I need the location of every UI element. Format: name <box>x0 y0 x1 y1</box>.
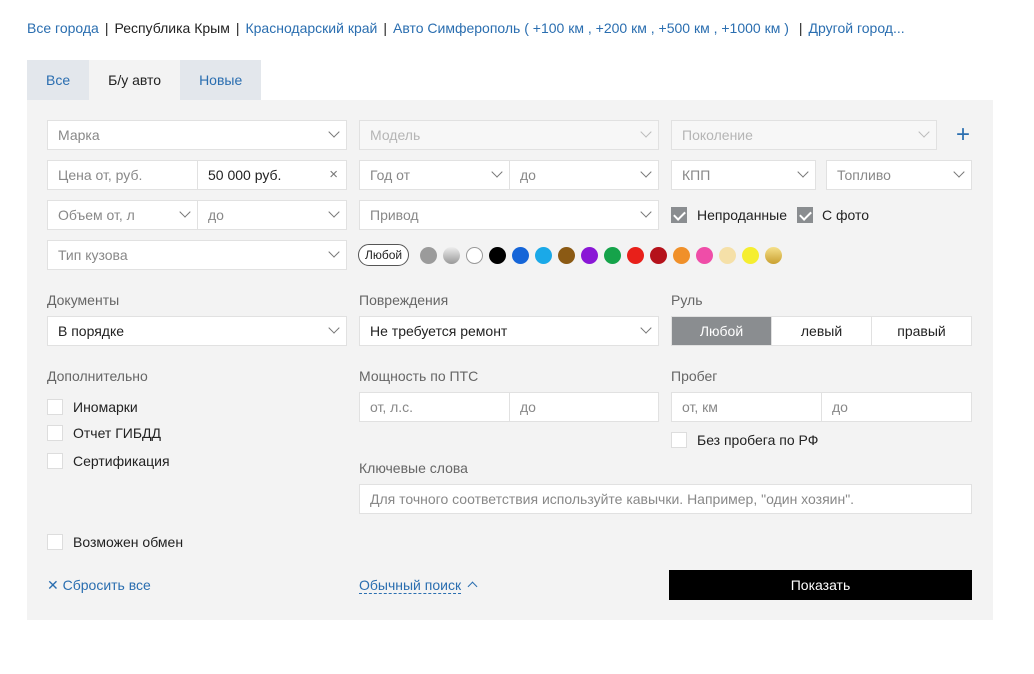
volume-to-select[interactable]: до <box>197 200 347 230</box>
chevron-down-icon <box>640 322 652 334</box>
price-to-input[interactable]: 50 000 руб. × <box>197 160 347 190</box>
color-swatch[interactable] <box>742 247 759 264</box>
paren-close: ) <box>784 20 789 36</box>
model-select[interactable]: Модель <box>359 120 659 150</box>
tab-new[interactable]: Новые <box>180 60 262 100</box>
power-to-input[interactable]: до <box>509 392 659 422</box>
damage-select[interactable]: Не требуется ремонт <box>359 316 659 346</box>
with-photo-checkbox[interactable] <box>797 207 813 223</box>
documents-select[interactable]: В порядке <box>47 316 347 346</box>
color-swatch[interactable] <box>719 247 736 264</box>
filter-panel: Марка Модель Поколение + Цена от, руб. 5… <box>27 100 993 620</box>
mileage-from-input[interactable]: от, км <box>671 392 822 422</box>
color-swatch[interactable] <box>558 247 575 264</box>
extra-label: Дополнительно <box>47 368 148 384</box>
chevron-down-icon <box>328 206 340 218</box>
simple-search-link[interactable]: Обычный поиск <box>359 577 462 594</box>
show-button[interactable]: Показать <box>669 570 972 600</box>
year-from-select[interactable]: Год от <box>359 160 510 190</box>
chevron-down-icon <box>491 166 503 178</box>
certification-checkbox[interactable] <box>47 453 63 469</box>
exchange-label: Возможен обмен <box>73 534 184 550</box>
mileage-label: Пробег <box>671 368 718 384</box>
color-swatch[interactable] <box>512 247 529 264</box>
gibdd-report-label: Отчет ГИБДД <box>73 425 162 441</box>
radius-1000[interactable]: +1000 км <box>721 20 780 36</box>
chevron-down-icon <box>640 166 652 178</box>
color-swatch[interactable] <box>443 247 460 264</box>
color-swatch[interactable] <box>420 247 437 264</box>
damage-label: Повреждения <box>359 292 449 308</box>
chevron-down-icon <box>797 166 809 178</box>
radius-200[interactable]: +200 км <box>596 20 647 36</box>
tab-all[interactable]: Все <box>27 60 90 100</box>
certification-label: Сертификация <box>73 453 170 469</box>
unsold-label: Непроданные <box>697 207 788 223</box>
radius-100[interactable]: +100 км <box>533 20 584 36</box>
wheel-label: Руль <box>671 292 703 308</box>
wheel-segmented: Любой левый правый <box>671 316 972 346</box>
volume-from-select[interactable]: Объем от, л <box>47 200 198 230</box>
chevron-down-icon <box>328 126 340 138</box>
body-type-select[interactable]: Тип кузова <box>47 240 347 270</box>
clear-icon[interactable]: × <box>329 161 338 189</box>
unsold-checkbox[interactable] <box>671 207 687 223</box>
chevron-down-icon <box>328 246 340 258</box>
power-label: Мощность по ПТС <box>359 368 479 384</box>
exchange-checkbox[interactable] <box>47 534 63 550</box>
add-plus-icon[interactable]: + <box>956 123 970 147</box>
color-swatch[interactable] <box>535 247 552 264</box>
no-rf-mileage-checkbox[interactable] <box>671 432 687 448</box>
chevron-down-icon <box>640 206 652 218</box>
year-to-select[interactable]: до <box>509 160 659 190</box>
fuel-select[interactable]: Топливо <box>826 160 972 190</box>
color-swatch[interactable] <box>765 247 782 264</box>
price-from-input[interactable]: Цена от, руб. <box>47 160 198 190</box>
color-swatch[interactable] <box>581 247 598 264</box>
keywords-input[interactable]: Для точного соответствия используйте кав… <box>359 484 972 514</box>
mileage-to-input[interactable]: до <box>821 392 972 422</box>
color-any-pill[interactable]: Любой <box>358 244 410 266</box>
color-swatch[interactable] <box>673 247 690 264</box>
wheel-right[interactable]: правый <box>871 317 971 345</box>
color-swatch[interactable] <box>489 247 506 264</box>
crumb-city[interactable]: Авто Симферополь <box>393 20 520 36</box>
chevron-down-icon <box>918 126 930 138</box>
crumb-other-city[interactable]: Другой город... <box>809 20 905 36</box>
gibdd-report-checkbox[interactable] <box>47 425 63 441</box>
foreign-checkbox[interactable] <box>47 399 63 415</box>
breadcrumb: Все города | Республика Крым | Краснодарский… <box>27 20 905 36</box>
chevron-down-icon <box>640 126 652 138</box>
paren-open: ( <box>524 20 529 36</box>
chevron-up-icon <box>467 581 478 592</box>
documents-label: Документы <box>47 292 120 308</box>
power-from-input[interactable]: от, л.с. <box>359 392 510 422</box>
foreign-label: Иномарки <box>73 399 138 415</box>
color-swatch[interactable] <box>604 247 621 264</box>
chevron-down-icon <box>179 206 191 218</box>
drive-select[interactable]: Привод <box>359 200 659 230</box>
crumb-region: Республика Крым <box>114 20 230 36</box>
tabs: Все Б/у авто Новые <box>27 60 262 100</box>
wheel-any[interactable]: Любой <box>672 317 771 345</box>
close-icon: ✕ <box>47 577 59 593</box>
generation-select[interactable]: Поколение <box>671 120 937 150</box>
no-rf-mileage-label: Без пробега по РФ <box>697 432 819 448</box>
color-swatch[interactable] <box>650 247 667 264</box>
crumb-krasnodar[interactable]: Краснодарский край <box>245 20 377 36</box>
tab-used[interactable]: Б/у авто <box>89 60 181 100</box>
color-swatch[interactable] <box>627 247 644 264</box>
with-photo-label: С фото <box>822 207 870 223</box>
brand-select[interactable]: Марка <box>47 120 347 150</box>
chevron-down-icon <box>328 322 340 334</box>
keywords-label: Ключевые слова <box>359 460 468 476</box>
chevron-down-icon <box>953 166 965 178</box>
gearbox-select[interactable]: КПП <box>671 160 816 190</box>
color-swatch[interactable] <box>696 247 713 264</box>
radius-500[interactable]: +500 км <box>659 20 710 36</box>
reset-all-button[interactable]: ✕ Сбросить все <box>47 577 151 594</box>
crumb-all-cities[interactable]: Все города <box>27 20 99 36</box>
color-swatch[interactable] <box>466 247 483 264</box>
wheel-left[interactable]: левый <box>771 317 871 345</box>
